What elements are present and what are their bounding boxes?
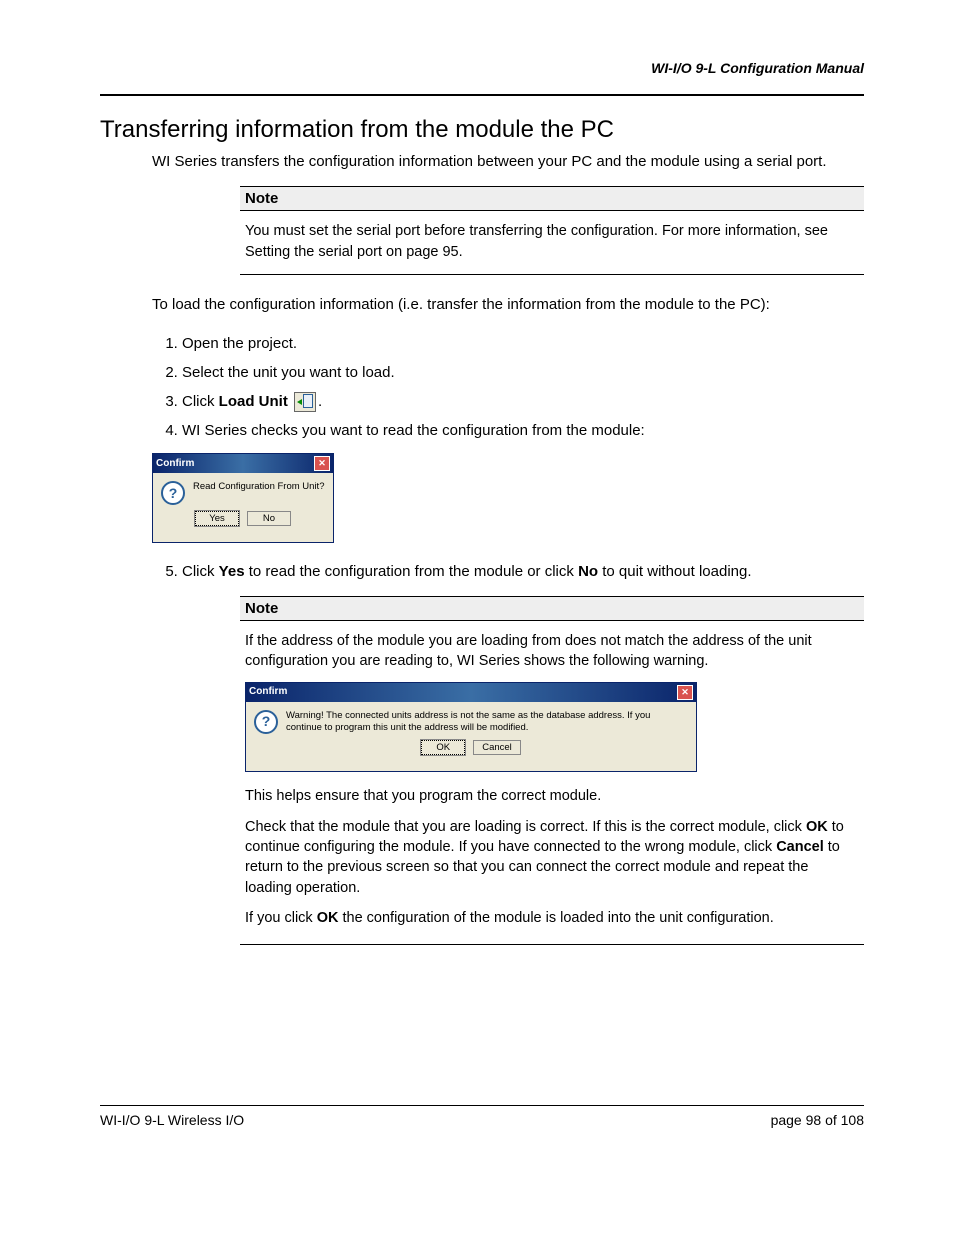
intro-paragraph: WI Series transfers the configuration in…	[152, 152, 864, 172]
header-doc-title: WI-I/O 9-L Configuration Manual	[100, 60, 864, 76]
header-rule	[100, 94, 864, 96]
step-3-bold: Load Unit	[219, 393, 288, 410]
footer-right: page 98 of 108	[771, 1112, 864, 1128]
note-label: Note	[240, 187, 864, 211]
dialog-titlebar: Confirm ✕	[246, 683, 696, 702]
yes-button[interactable]: Yes	[195, 511, 239, 526]
dialog-title: Confirm	[156, 458, 194, 469]
step-3-pre: Click	[182, 393, 219, 410]
note-label: Note	[240, 597, 864, 621]
load-unit-icon	[294, 392, 316, 412]
ok-button[interactable]: OK	[421, 740, 465, 755]
step-5: Click Yes to read the configuration from…	[182, 557, 864, 586]
note-p4: If you click OK the configuration of the…	[245, 908, 859, 928]
note-box-address-mismatch: Note If the address of the module you ar…	[240, 596, 864, 945]
section-heading: Transferring information from the module…	[100, 116, 864, 144]
dialog-message: Warning! The connected units address is …	[286, 710, 688, 735]
step-3: Click Load Unit .	[182, 387, 864, 416]
steps-list-cont: Click Yes to read the configuration from…	[152, 557, 864, 586]
step-4: WI Series checks you want to read the co…	[182, 416, 864, 445]
note-p3: Check that the module that you are loadi…	[245, 817, 859, 898]
close-icon[interactable]: ✕	[677, 685, 693, 700]
footer-left: WI-I/O 9-L Wireless I/O	[100, 1112, 244, 1128]
cancel-button[interactable]: Cancel	[473, 740, 521, 755]
confirm-dialog-read: Confirm ✕ ? Read Configuration From Unit…	[152, 453, 334, 543]
no-button[interactable]: No	[247, 511, 291, 526]
step-2: Select the unit you want to load.	[182, 358, 864, 387]
footer-rule	[100, 1105, 864, 1106]
dialog-message: Read Configuration From Unit?	[193, 481, 324, 493]
note-p1: If the address of the module you are loa…	[245, 631, 859, 672]
dialog-titlebar: Confirm ✕	[153, 454, 333, 473]
confirm-dialog-warning: Confirm ✕ ? Warning! The connected units…	[245, 682, 697, 773]
question-icon: ?	[161, 481, 185, 505]
dialog-title: Confirm	[249, 685, 287, 699]
note-text: You must set the serial port before tran…	[240, 211, 864, 274]
note-box-serial-port: Note You must set the serial port before…	[240, 186, 864, 275]
arrow-icon	[297, 399, 302, 405]
note-p2: This helps ensure that you program the c…	[245, 786, 859, 806]
step-1: Open the project.	[182, 329, 864, 358]
steps-list: Open the project. Select the unit you wa…	[152, 329, 864, 445]
to-load-paragraph: To load the configuration information (i…	[152, 295, 864, 315]
close-icon[interactable]: ✕	[314, 456, 330, 471]
doc-icon	[303, 394, 313, 408]
question-icon: ?	[254, 710, 278, 734]
